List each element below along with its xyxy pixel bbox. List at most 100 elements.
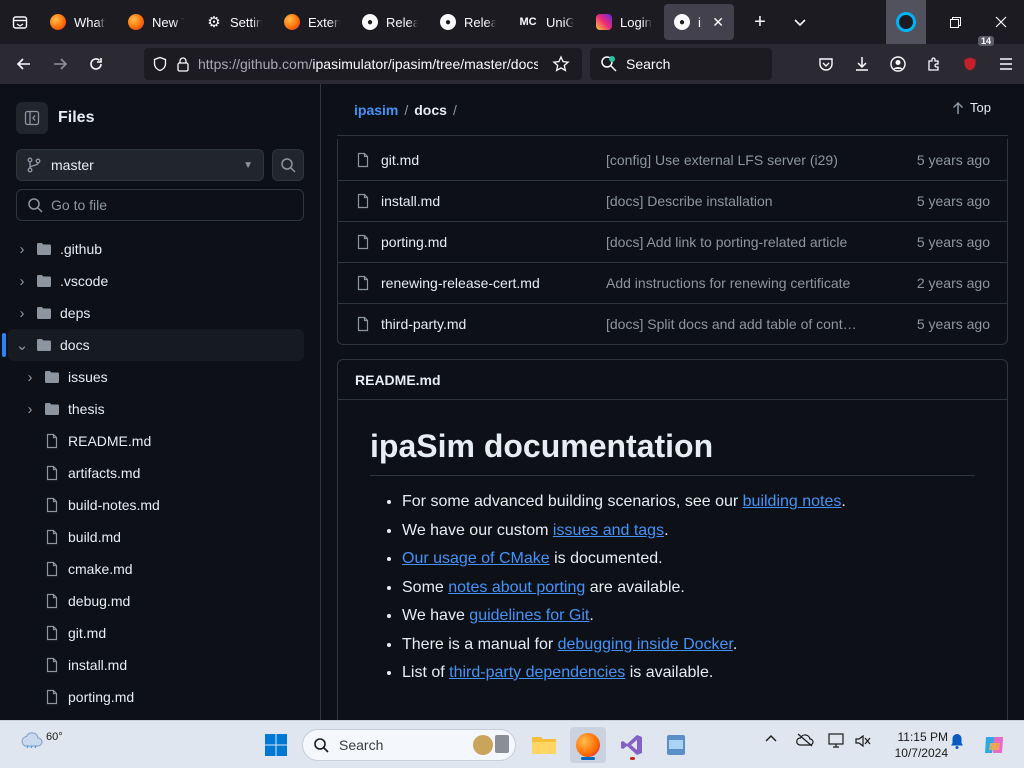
firefox-taskbar-button[interactable] — [570, 727, 606, 763]
file-row[interactable]: renewing-release-cert.md Add instructions… — [338, 262, 1007, 303]
tree-item[interactable]: git.md — [8, 617, 304, 649]
collapse-sidebar-button[interactable] — [16, 102, 48, 134]
url-text[interactable]: https://github.com/ipasimulator/ipasim/t… — [198, 56, 538, 72]
file-name-link[interactable]: install.md — [381, 193, 440, 209]
browser-tab[interactable]: ● ipa ✕ — [664, 4, 734, 40]
extensions-button[interactable] — [916, 44, 952, 84]
show-hidden-icons-button[interactable] — [765, 733, 777, 748]
close-tab-icon[interactable]: ✕ — [712, 14, 724, 31]
commit-message-link[interactable]: Add instructions for renewing certificat… — [606, 275, 876, 291]
new-tab-button[interactable]: + — [740, 0, 780, 44]
chevron-right-icon[interactable]: › — [14, 241, 30, 258]
browser-tab[interactable]: New Tab — [118, 4, 194, 40]
browser-tab[interactable]: ⚙ Settings — [196, 4, 272, 40]
restore-window-button[interactable] — [932, 0, 978, 44]
visual-studio-taskbar-button[interactable] — [614, 727, 650, 763]
tree-item[interactable]: › deps — [8, 297, 304, 329]
weather-widget[interactable]: 60° — [18, 729, 63, 749]
browser-tab[interactable]: ● Releases — [430, 4, 506, 40]
file-row[interactable]: install.md [docs] Describe installation 5 … — [338, 180, 1007, 221]
chevron-right-icon[interactable]: › — [22, 369, 38, 386]
commit-message-link[interactable]: [docs] Add link to porting-related artic… — [606, 234, 876, 250]
readme-link[interactable]: debugging inside Docker — [558, 636, 733, 653]
search-code-button[interactable] — [272, 149, 304, 181]
commit-message-link[interactable]: [docs] Split docs and add table of cont… — [606, 316, 876, 332]
branch-name: master — [51, 157, 94, 173]
commit-date: 5 years ago — [916, 316, 990, 332]
lock-icon[interactable] — [176, 56, 190, 72]
tree-item[interactable]: cmake.md — [8, 553, 304, 585]
file-name-link[interactable]: git.md — [381, 152, 419, 168]
file-row[interactable]: porting.md [docs] Add link to porting-rel… — [338, 221, 1007, 262]
hamburger-menu-icon — [1000, 58, 1012, 70]
chevron-down-icon[interactable]: ⌄ — [14, 336, 30, 354]
taskbar-clock[interactable]: 11:15 PM 10/7/2024 — [878, 729, 948, 761]
browser-tab[interactable]: What's — [40, 4, 116, 40]
tree-item[interactable]: debug.md — [8, 585, 304, 617]
volume-tray-icon[interactable] — [854, 733, 872, 752]
tree-item[interactable]: artifacts.md — [8, 457, 304, 489]
forward-button[interactable] — [42, 44, 78, 84]
tree-item[interactable]: › thesis — [8, 393, 304, 425]
tree-item-label: thesis — [68, 401, 105, 417]
browser-tab[interactable]: Login — [586, 4, 662, 40]
breadcrumb-repo-link[interactable]: ipasim — [354, 102, 398, 118]
readme-link[interactable]: issues and tags — [553, 522, 664, 539]
app-taskbar-button[interactable] — [658, 727, 694, 763]
url-bar[interactable]: https://github.com/ipasimulator/ipasim/t… — [144, 48, 582, 80]
tree-item[interactable]: porting.md — [8, 681, 304, 713]
extension-badge-button[interactable]: 14 — [952, 36, 994, 84]
start-button[interactable] — [258, 727, 294, 763]
readme-link[interactable]: Our usage of CMake — [402, 550, 550, 567]
chevron-right-icon[interactable]: › — [14, 305, 30, 322]
browser-tab[interactable]: ● Releases — [352, 4, 428, 40]
commit-message-link[interactable]: [config] Use external LFS server (i29) — [606, 152, 876, 168]
tab-list-button[interactable] — [0, 0, 40, 44]
file-row[interactable]: git.md [config] Use external LFS server (… — [338, 139, 1007, 180]
display-tray-icon[interactable] — [828, 733, 846, 752]
tracking-protection-shield-icon[interactable] — [152, 56, 168, 72]
tree-item[interactable]: install.md — [8, 649, 304, 681]
commit-message-link[interactable]: [docs] Describe installation — [606, 193, 876, 209]
tree-item[interactable]: build-notes.md — [8, 489, 304, 521]
chevron-right-icon[interactable]: › — [14, 273, 30, 290]
back-button[interactable] — [6, 44, 42, 84]
go-to-file-field[interactable] — [16, 189, 304, 221]
chevron-right-icon[interactable]: › — [22, 401, 38, 418]
tree-item[interactable]: ⌄ docs — [2, 329, 304, 361]
file-explorer-taskbar-button[interactable] — [526, 727, 562, 763]
browser-tab[interactable]: MC UniGet — [508, 4, 584, 40]
readme-link[interactable]: third-party dependencies — [449, 664, 625, 681]
downloads-button[interactable] — [844, 44, 880, 84]
readme-link[interactable]: building notes — [743, 493, 842, 510]
tree-item[interactable]: › issues — [8, 361, 304, 393]
readme-text: We have our custom — [402, 521, 553, 539]
file-icon — [355, 316, 371, 332]
browser-tab[interactable]: Extensions — [274, 4, 350, 40]
file-name-link[interactable]: porting.md — [381, 234, 447, 250]
tree-item[interactable]: README.md — [8, 425, 304, 457]
app-menu-button[interactable] — [988, 44, 1024, 84]
notifications-button[interactable] — [950, 733, 964, 752]
reload-button[interactable] — [78, 44, 114, 84]
account-button[interactable] — [880, 44, 916, 84]
tree-item[interactable]: build.md — [8, 521, 304, 553]
network-tray-icon[interactable] — [796, 733, 814, 750]
copilot-button[interactable] — [976, 727, 1012, 763]
go-to-file-input[interactable] — [51, 197, 291, 213]
readme-link[interactable]: guidelines for Git — [469, 607, 589, 624]
list-all-tabs-button[interactable] — [780, 0, 820, 44]
firefox-account-button[interactable] — [886, 0, 926, 44]
web-search-bar[interactable]: Search — [590, 48, 772, 80]
file-row[interactable]: third-party.md [docs] Split docs and add … — [338, 303, 1007, 344]
tree-item[interactable]: › .vscode — [8, 265, 304, 297]
bookmark-star-icon[interactable] — [552, 55, 570, 73]
taskbar-search-box[interactable]: Search — [302, 729, 516, 761]
readme-link[interactable]: notes about porting — [448, 579, 585, 596]
file-name-link[interactable]: third-party.md — [381, 316, 466, 332]
branch-select-button[interactable]: master ▼ — [16, 149, 264, 181]
back-to-top-button[interactable]: Top — [952, 100, 991, 115]
tree-item[interactable]: › .github — [8, 233, 304, 265]
file-name-link[interactable]: renewing-release-cert.md — [381, 275, 540, 291]
pocket-button[interactable] — [808, 44, 844, 84]
